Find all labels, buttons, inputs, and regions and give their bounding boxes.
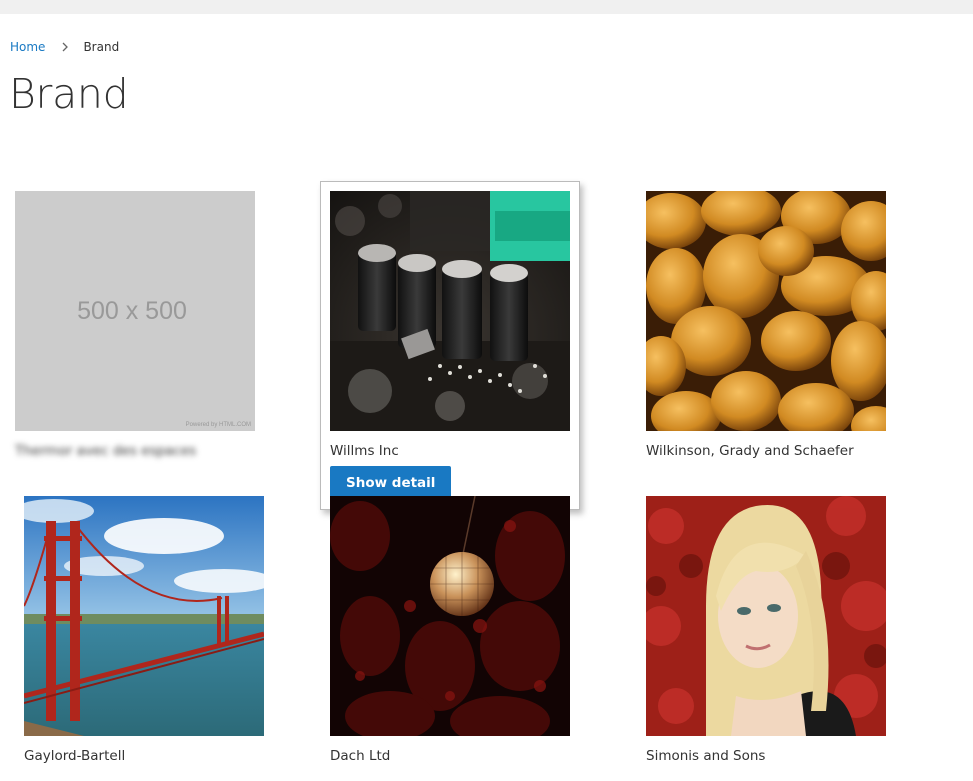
brand-name[interactable]: Willms Inc: [330, 443, 570, 459]
placeholder-powered-text: Powered by HTML.COM: [186, 422, 251, 428]
brand-image-woman[interactable]: [646, 496, 886, 736]
brand-name[interactable]: Simonis and Sons: [646, 748, 886, 764]
brand-card[interactable]: Dach Ltd: [330, 496, 570, 764]
brand-card[interactable]: Wilkinson, Grady and Schaefer: [646, 191, 886, 459]
show-detail-button[interactable]: Show detail: [330, 466, 452, 500]
page-title: Brand: [9, 70, 129, 118]
brand-image-nuts[interactable]: [646, 191, 886, 431]
breadcrumb-current: Brand: [83, 40, 120, 54]
placeholder-size-text: 500 x 500: [77, 297, 187, 325]
brand-card[interactable]: Simonis and Sons: [646, 496, 886, 764]
chevron-right-icon: [60, 40, 70, 54]
brand-card-hovered[interactable]: Willms Inc Show detail: [320, 181, 580, 510]
breadcrumb-home-link[interactable]: Home: [10, 40, 45, 54]
brand-name[interactable]: Thermor avec des espaces: [15, 443, 255, 459]
brand-card[interactable]: Gaylord-Bartell: [24, 496, 264, 764]
brand-image-disco[interactable]: [330, 496, 570, 736]
top-bar: [0, 0, 973, 14]
brand-card[interactable]: 500 x 500 Powered by HTML.COM Thermor av…: [15, 191, 255, 459]
brand-name[interactable]: Gaylord-Bartell: [24, 748, 264, 764]
brand-image-bridge[interactable]: [24, 496, 264, 736]
brand-name[interactable]: Dach Ltd: [330, 748, 570, 764]
breadcrumb: Home Brand: [10, 40, 119, 54]
brand-image-circuit[interactable]: [330, 191, 570, 431]
brand-image-placeholder[interactable]: 500 x 500 Powered by HTML.COM: [15, 191, 255, 431]
brand-name[interactable]: Wilkinson, Grady and Schaefer: [646, 443, 886, 459]
